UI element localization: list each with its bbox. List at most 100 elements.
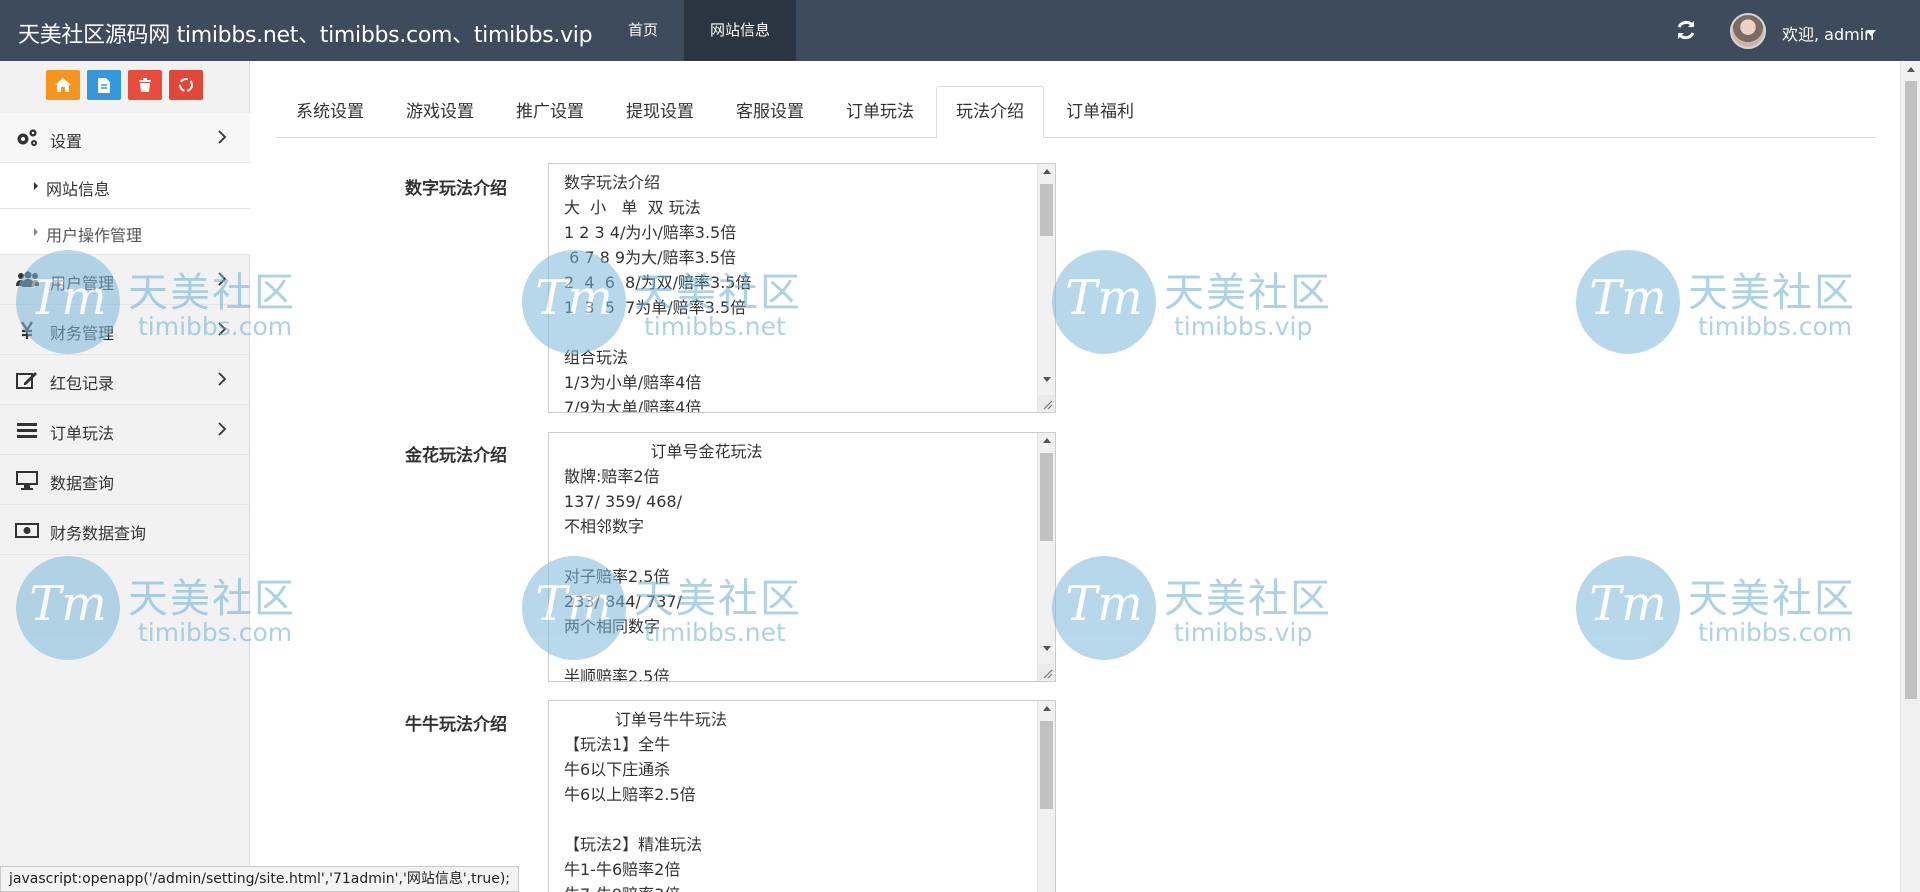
watermark-logo — [1052, 250, 1156, 354]
resize-grip-icon[interactable] — [1038, 395, 1054, 411]
tab-order-welfare[interactable]: 订单福利 — [1046, 86, 1154, 138]
sidebar-item-finance[interactable]: 财务管理 — [0, 305, 250, 355]
home-icon — [55, 78, 71, 92]
watermark-url: timibbs.vip — [1174, 618, 1313, 647]
tab-game-settings[interactable]: 游戏设置 — [386, 86, 494, 138]
users-icon — [16, 271, 39, 287]
sidebar-item-label: 订单玩法 — [50, 424, 115, 443]
page-scroll-thumb[interactable] — [1905, 81, 1917, 699]
textarea-scrollbar[interactable] — [1037, 164, 1055, 412]
chevron-right-icon — [218, 272, 227, 286]
chevron-right-icon — [218, 130, 227, 144]
sidebar-menu: 设置 网站信息 用户操作管理 用户管理 财务管理 红包记录 订单玩法 数据查询 … — [0, 113, 250, 555]
shortcut-home-button[interactable] — [46, 70, 80, 100]
watermark-logo-text: Tm — [1065, 270, 1143, 326]
watermark-cn: 天美社区 — [1688, 270, 1856, 316]
chevron-right-icon — [218, 322, 227, 336]
jinhua-play-intro-textarea[interactable]: 订单号金花玩法 散牌:赔率2倍 137/ 359/ 468/ 不相邻数字 对子赔… — [549, 433, 1038, 681]
sidebar: 设置 网站信息 用户操作管理 用户管理 财务管理 红包记录 订单玩法 数据查询 … — [0, 61, 250, 892]
sidebar-item-user-management[interactable]: 用户管理 — [0, 255, 250, 305]
resize-grip-icon[interactable] — [1038, 664, 1054, 680]
watermark-url: timibbs.vip — [1174, 312, 1313, 341]
sidebar-item-label: 设置 — [50, 132, 83, 151]
number-play-intro-label: 数字玩法介绍 — [405, 179, 507, 199]
watermark-logo-text: Tm — [1065, 576, 1143, 632]
scroll-down-icon[interactable] — [1043, 377, 1051, 382]
scroll-up-icon[interactable] — [1907, 67, 1915, 72]
nav-site-info[interactable]: 网站信息 — [684, 0, 797, 61]
tab-order-play[interactable]: 订单玩法 — [826, 86, 934, 138]
bars-icon — [17, 423, 37, 438]
edit-icon — [16, 372, 37, 389]
sidebar-subitem-user-operations[interactable]: 用户操作管理 — [0, 209, 250, 255]
sidebar-item-label: 财务管理 — [50, 324, 115, 343]
watermark-url: timibbs.com — [1698, 312, 1853, 341]
top-navbar: 天美社区源码网 timibbs.net、timibbs.com、timibbs.… — [0, 0, 1920, 61]
browser-status-bar: javascript:openapp('/admin/setting/site.… — [0, 866, 520, 892]
sidebar-item-order-play[interactable]: 订单玩法 — [0, 405, 250, 455]
number-play-intro-textarea[interactable]: 数字玩法介绍 大 小 单 双 玩法 1 2 3 4/为小/赔率3.5倍 6 7 … — [549, 164, 1038, 412]
tab-service-settings[interactable]: 客服设置 — [716, 86, 824, 138]
watermark-logo — [1576, 250, 1680, 354]
watermark-logo-text: Tm — [1589, 576, 1667, 632]
caret-down-icon[interactable] — [1866, 30, 1876, 36]
scroll-down-icon[interactable] — [1043, 646, 1051, 651]
sidebar-item-finance-data-query[interactable]: 财务数据查询 — [0, 505, 250, 555]
tab-play-intro[interactable]: 玩法介绍 — [936, 86, 1044, 139]
chevron-right-icon — [218, 372, 227, 386]
shortcut-file-button[interactable] — [87, 70, 121, 100]
sidebar-item-red-packet[interactable]: 红包记录 — [0, 355, 250, 405]
watermark-cn: 天美社区 — [1164, 270, 1332, 316]
yen-icon — [21, 321, 33, 339]
scroll-thumb[interactable] — [1040, 184, 1053, 236]
watermark-cn: 天美社区 — [1688, 576, 1856, 622]
brand-title[interactable]: 天美社区源码网 timibbs.net、timibbs.com、timibbs.… — [18, 17, 593, 49]
file-icon — [98, 77, 110, 93]
caret-right-icon — [34, 182, 38, 190]
settings-tabs: 系统设置 游戏设置 推广设置 提现设置 客服设置 订单玩法 玩法介绍 订单福利 — [276, 86, 1876, 139]
scroll-up-icon[interactable] — [1043, 169, 1051, 174]
money-icon — [15, 523, 39, 538]
nav-home[interactable]: 首页 — [602, 0, 684, 61]
caret-right-icon — [34, 228, 38, 236]
chevron-right-icon — [218, 422, 227, 436]
watermark-logo-text: Tm — [1589, 270, 1667, 326]
shortcut-delete-button[interactable] — [128, 70, 162, 100]
tab-promotion-settings[interactable]: 推广设置 — [496, 86, 604, 138]
niuniu-play-intro-box: 订单号牛牛玩法 【玩法1】全牛 牛6以下庄通杀 牛6以上赔率2.5倍 【玩法2】… — [548, 700, 1056, 892]
sidebar-item-settings[interactable]: 设置 — [0, 113, 250, 163]
scroll-thumb[interactable] — [1040, 721, 1053, 809]
textarea-scrollbar[interactable] — [1037, 433, 1055, 681]
sidebar-subitem-label: 用户操作管理 — [46, 226, 143, 245]
page-scrollbar[interactable] — [1900, 61, 1920, 892]
watermark-logo — [1576, 556, 1680, 660]
trash-icon — [139, 78, 151, 92]
sidebar-item-label: 财务数据查询 — [50, 524, 147, 543]
sidebar-subitem-label: 网站信息 — [46, 180, 111, 199]
refresh-icon[interactable] — [1674, 17, 1698, 43]
sidebar-item-label: 数据查询 — [50, 474, 115, 493]
textarea-scrollbar[interactable] — [1037, 701, 1055, 892]
watermark-url: timibbs.com — [1698, 618, 1853, 647]
scroll-up-icon[interactable] — [1043, 438, 1051, 443]
sidebar-item-data-query[interactable]: 数据查询 — [0, 455, 250, 505]
welcome-user-menu[interactable]: 欢迎, admin — [1782, 21, 1874, 45]
top-nav: 首页 网站信息 — [602, 0, 797, 61]
recycle-icon — [179, 78, 193, 92]
shortcut-recycle-button[interactable] — [169, 70, 203, 100]
scroll-up-icon[interactable] — [1043, 706, 1051, 711]
jinhua-play-intro-label: 金花玩法介绍 — [405, 446, 507, 466]
gears-icon — [17, 129, 37, 146]
tab-system-settings[interactable]: 系统设置 — [276, 86, 384, 138]
niuniu-play-intro-label: 牛牛玩法介绍 — [405, 715, 507, 735]
sidebar-item-label: 红包记录 — [50, 374, 115, 393]
sidebar-item-label: 用户管理 — [50, 274, 115, 293]
scroll-thumb[interactable] — [1040, 453, 1053, 541]
jinhua-play-intro-box: 订单号金花玩法 散牌:赔率2倍 137/ 359/ 468/ 不相邻数字 对子赔… — [548, 432, 1056, 682]
monitor-icon — [16, 471, 38, 490]
avatar[interactable] — [1730, 13, 1766, 49]
tab-withdraw-settings[interactable]: 提现设置 — [606, 86, 714, 138]
niuniu-play-intro-textarea[interactable]: 订单号牛牛玩法 【玩法1】全牛 牛6以下庄通杀 牛6以上赔率2.5倍 【玩法2】… — [549, 701, 1038, 892]
sidebar-subitem-site-info[interactable]: 网站信息 — [0, 163, 250, 209]
number-play-intro-box: 数字玩法介绍 大 小 单 双 玩法 1 2 3 4/为小/赔率3.5倍 6 7 … — [548, 163, 1056, 413]
